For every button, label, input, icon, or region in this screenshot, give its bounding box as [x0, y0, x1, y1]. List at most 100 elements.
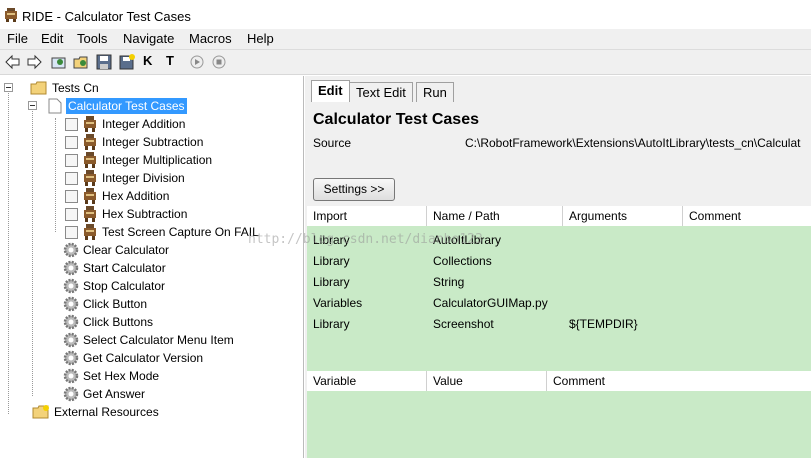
window-title: RIDE - Calculator Test Cases — [22, 9, 191, 24]
robot-icon — [84, 152, 96, 168]
tree-label: Integer Division — [102, 171, 185, 185]
tree-external-resources[interactable]: External Resources — [32, 403, 159, 421]
tree-collapse-icon[interactable] — [4, 83, 13, 92]
tree-test-item[interactable]: Integer Addition — [65, 115, 185, 133]
open-directory-icon[interactable] — [72, 53, 90, 71]
tree-label: Stop Calculator — [83, 279, 166, 293]
test-checkbox[interactable] — [65, 189, 78, 203]
tree-test-item[interactable]: Test Screen Capture On FAIL — [65, 223, 259, 241]
save-icon[interactable] — [95, 53, 113, 71]
menu-edit[interactable]: Edit — [41, 31, 63, 46]
variable-header: Variable — [313, 374, 357, 388]
menu-navigate[interactable]: Navigate — [123, 31, 174, 46]
tree-label: Get Answer — [83, 387, 146, 401]
tree-collapse-icon[interactable] — [28, 101, 37, 110]
variable-grid[interactable] — [307, 391, 811, 458]
import-type-cell[interactable]: Variables — [313, 296, 362, 310]
tree-suite-calculator-test-cases[interactable]: Calculator Test Cases — [48, 97, 187, 115]
tree-label: Click Button — [83, 297, 148, 311]
save-all-icon[interactable] — [118, 53, 136, 71]
tree-keyword-item[interactable]: Stop Calculator — [63, 277, 165, 295]
tab-edit[interactable]: Edit — [311, 80, 350, 103]
tree-keyword-item[interactable]: Get Calculator Version — [63, 349, 203, 367]
menu-macros[interactable]: Macros — [189, 31, 232, 46]
file-icon — [48, 98, 62, 114]
import-type-cell[interactable]: Library — [313, 254, 350, 268]
import-name-cell[interactable]: Screenshot — [433, 317, 494, 331]
gear-icon — [63, 332, 79, 348]
tree-label: Tests Cn — [52, 81, 99, 95]
test-checkbox[interactable] — [65, 117, 78, 131]
test-checkbox[interactable] — [65, 225, 78, 239]
gear-icon — [63, 260, 79, 276]
tree-keyword-item[interactable]: Clear Calculator — [63, 241, 169, 259]
open-folder-icon[interactable] — [50, 53, 68, 71]
tab-text-edit[interactable]: Text Edit — [349, 82, 413, 102]
name-path-header: Name / Path — [433, 209, 500, 223]
menu-bar: File Edit Tools Navigate Macros Help — [0, 29, 811, 50]
table-row[interactable]: Library Collections — [307, 250, 811, 271]
robot-icon — [84, 206, 96, 222]
folder-icon — [30, 81, 47, 95]
tree-test-item[interactable]: Integer Subtraction — [65, 133, 203, 151]
import-args-cell[interactable]: ${TEMPDIR} — [569, 317, 638, 331]
import-type-cell[interactable]: Library — [313, 317, 350, 331]
run-stop-icon[interactable] — [210, 53, 228, 71]
tree-keyword-item[interactable]: Get Answer — [63, 385, 145, 403]
tree-label: Set Hex Mode — [83, 369, 160, 383]
comment-header: Comment — [689, 209, 742, 223]
menu-tools[interactable]: Tools — [77, 31, 107, 46]
gear-icon — [63, 386, 79, 402]
menu-help[interactable]: Help — [247, 31, 274, 46]
import-name-cell[interactable]: Collections — [433, 254, 492, 268]
import-name-cell[interactable]: CalculatorGUIMap.py — [433, 296, 548, 310]
robot-icon — [84, 116, 96, 132]
tree-label: Hex Addition — [102, 189, 170, 203]
tree-label: Test Screen Capture On FAIL — [102, 225, 259, 239]
tree-label: Select Calculator Menu Item — [83, 333, 234, 347]
tree-test-item[interactable]: Integer Division — [65, 169, 185, 187]
tree-keyword-item[interactable]: Click Button — [63, 295, 147, 313]
tree-label: Integer Multiplication — [102, 153, 213, 167]
tree-keyword-item[interactable]: Select Calculator Menu Item — [63, 331, 234, 349]
tree-keyword-item[interactable]: Start Calculator — [63, 259, 166, 277]
tree-label: Hex Subtraction — [102, 207, 188, 221]
editor-panel: Edit Text Edit Run Calculator Test Cases… — [305, 76, 811, 458]
tree-label: Clear Calculator — [83, 243, 170, 257]
forward-arrow-icon[interactable] — [26, 53, 44, 71]
back-arrow-icon[interactable] — [3, 53, 21, 71]
tree-test-item[interactable]: Hex Addition — [65, 187, 169, 205]
test-checkbox[interactable] — [65, 135, 78, 149]
toolbar: K T — [0, 50, 811, 75]
table-row[interactable]: Library String — [307, 271, 811, 292]
variable-grid-header: Variable Value Comment — [307, 371, 811, 391]
tree-keyword-item[interactable]: Set Hex Mode — [63, 367, 159, 385]
table-row[interactable]: Library Screenshot ${TEMPDIR} — [307, 313, 811, 334]
run-play-icon[interactable] — [188, 53, 206, 71]
tree-root-tests-cn[interactable]: Tests Cn — [30, 79, 99, 97]
test-search-button[interactable]: T — [166, 53, 174, 68]
tree-label: Get Calculator Version — [83, 351, 204, 365]
tab-run[interactable]: Run — [416, 82, 454, 102]
value-header: Value — [433, 374, 463, 388]
tree-keyword-item[interactable]: Click Buttons — [63, 313, 153, 331]
robot-icon — [84, 224, 96, 240]
table-row[interactable]: Variables CalculatorGUIMap.py — [307, 292, 811, 313]
tree-test-item[interactable]: Hex Subtraction — [65, 205, 187, 223]
keyword-search-button[interactable]: K — [143, 53, 152, 68]
import-header: Import — [313, 209, 348, 223]
comment-header: Comment — [553, 374, 606, 388]
project-tree: Tests Cn Calculator Test Cases Integer A… — [0, 76, 304, 458]
test-checkbox[interactable] — [65, 153, 78, 167]
import-name-cell[interactable]: String — [433, 275, 464, 289]
settings-button[interactable]: Settings >> — [313, 178, 395, 201]
tree-test-item[interactable]: Integer Multiplication — [65, 151, 212, 169]
source-label: Source — [313, 136, 352, 150]
robot-icon — [84, 170, 96, 186]
tree-label: Start Calculator — [83, 261, 166, 275]
import-type-cell[interactable]: Library — [313, 275, 350, 289]
gear-icon — [63, 350, 79, 366]
menu-file[interactable]: File — [7, 31, 28, 46]
test-checkbox[interactable] — [65, 171, 78, 185]
test-checkbox[interactable] — [65, 207, 78, 221]
